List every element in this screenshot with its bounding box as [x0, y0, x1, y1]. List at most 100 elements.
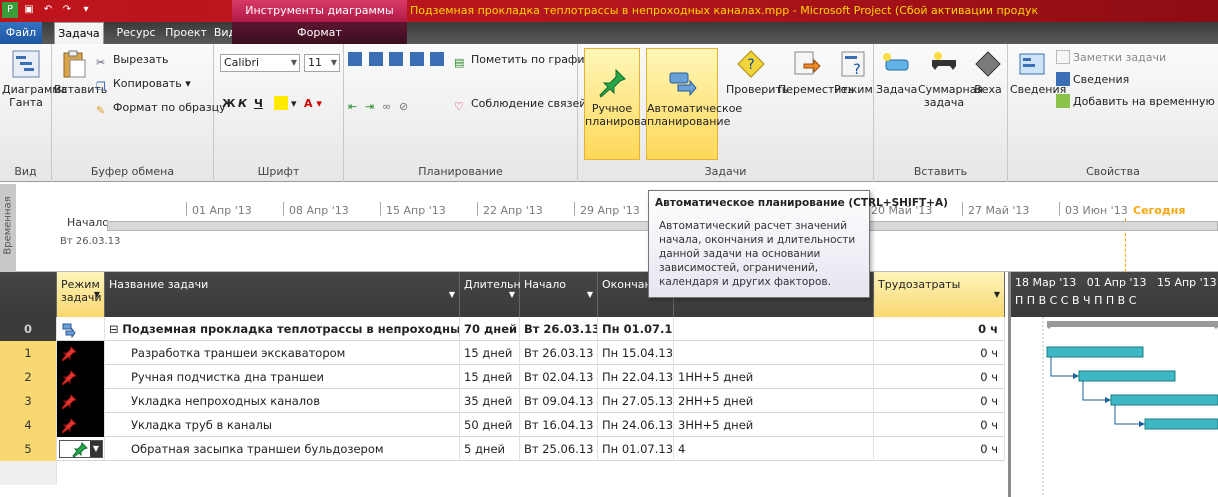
tab-resource[interactable]: Ресурс	[116, 22, 156, 44]
finish-cell[interactable]: Пн 01.07.13	[598, 317, 674, 341]
paste-button[interactable]: Вставить	[54, 48, 107, 96]
move-button[interactable]: Переместить	[778, 48, 854, 96]
information-button[interactable]: Сведения	[1010, 48, 1066, 96]
work-cell[interactable]: 0 ч	[874, 317, 1005, 341]
task-notes-button[interactable]: Заметки задачи	[1056, 50, 1166, 66]
finish-cell[interactable]: Пн 15.04.13	[598, 341, 674, 365]
link-tasks-icon[interactable]: ∞	[382, 99, 396, 113]
start-cell[interactable]: Вт 25.06.13	[520, 437, 598, 461]
tab-format[interactable]: Формат	[232, 22, 407, 44]
bold-button[interactable]: Ж	[222, 96, 235, 112]
header-task-name[interactable]: Название задачи ▼	[105, 272, 460, 317]
italic-button[interactable]: К	[238, 96, 247, 112]
tab-project[interactable]: Проект	[164, 22, 208, 44]
respect-links-button[interactable]: ♡ Соблюдение связей	[454, 96, 586, 113]
header-work[interactable]: Трудозатраты ▼	[874, 272, 1005, 317]
gantt-task-bar[interactable]	[1046, 346, 1144, 358]
tab-task[interactable]: Задача	[54, 22, 104, 44]
font-size-combo[interactable]: 11 ▼	[304, 54, 340, 72]
task-mode-cell[interactable]	[57, 365, 105, 389]
start-cell[interactable]: Вт 26.03.13	[520, 317, 598, 341]
finish-cell[interactable]: Пн 24.06.13	[598, 413, 674, 437]
pct-0-icon[interactable]	[348, 52, 362, 66]
duration-cell[interactable]: 70 дней	[460, 317, 520, 341]
pct-50-icon[interactable]	[389, 52, 403, 66]
work-cell[interactable]: 0 ч	[874, 413, 1005, 437]
finish-cell[interactable]: Пн 27.05.13	[598, 389, 674, 413]
finish-cell[interactable]: Пн 22.04.13	[598, 365, 674, 389]
format-painter-button[interactable]: ✎ Формат по образцу	[96, 100, 226, 117]
duration-cell[interactable]: 15 дней	[460, 341, 520, 365]
table-row-summary[interactable]: 0 ⊟ Подземная прокладка теплотрассы в не…	[0, 317, 1005, 341]
undo-icon[interactable]: ↶	[40, 2, 56, 18]
gantt-task-bar[interactable]	[1144, 418, 1218, 430]
details-button[interactable]: Сведения	[1056, 72, 1129, 88]
predecessors-cell[interactable]	[674, 317, 874, 341]
outdent-icon[interactable]: ⇤	[348, 99, 362, 113]
indent-icon[interactable]: ⇥	[365, 99, 379, 113]
start-cell[interactable]: Вт 09.04.13	[520, 389, 598, 413]
duration-cell[interactable]: 50 дней	[460, 413, 520, 437]
tab-file[interactable]: Файл	[0, 22, 42, 44]
task-mode-cell[interactable]: ▼	[57, 437, 105, 461]
font-name-combo[interactable]: Calibri ▼	[220, 54, 300, 72]
cut-button[interactable]: ✂ Вырезать	[96, 52, 168, 69]
table-row[interactable]: 4 Укладка труб в каналы 50 дней Вт 16.04…	[0, 413, 1005, 437]
predecessors-cell[interactable]	[674, 341, 874, 365]
task-name-cell[interactable]: Ручная подчистка дна траншеи	[105, 365, 460, 389]
task-name-cell[interactable]: Разработка траншеи экскаватором	[105, 341, 460, 365]
chevron-down-icon[interactable]: ▼	[90, 441, 102, 457]
predecessors-cell[interactable]: 4	[674, 437, 874, 461]
customize-qat-icon[interactable]: ▾	[78, 2, 94, 18]
task-mode-cell[interactable]	[57, 413, 105, 437]
highlight-color-button[interactable]: ▾	[274, 96, 297, 112]
duration-cell[interactable]: 15 дней	[460, 365, 520, 389]
task-mode-cell[interactable]	[57, 341, 105, 365]
unlink-tasks-icon[interactable]: ⊘	[399, 99, 413, 113]
save-icon[interactable]: ▣	[21, 2, 37, 18]
task-name-cell[interactable]: Обратная засыпка траншеи бульдозером	[105, 437, 460, 461]
gantt-task-bar[interactable]	[1078, 370, 1176, 382]
task-name-cell[interactable]: Укладка непроходных каналов	[105, 389, 460, 413]
work-cell[interactable]: 0 ч	[874, 365, 1005, 389]
pct-100-icon[interactable]	[430, 52, 444, 66]
header-task-mode[interactable]: Режим задачи ▼	[57, 272, 105, 317]
project-app-icon[interactable]: P	[2, 2, 18, 18]
work-cell[interactable]: 0 ч	[874, 389, 1005, 413]
underline-button[interactable]: Ч	[254, 96, 263, 112]
task-name-cell[interactable]: Укладка труб в каналы	[105, 413, 460, 437]
task-mode-cell[interactable]	[57, 317, 105, 341]
start-cell[interactable]: Вт 02.04.13	[520, 365, 598, 389]
insert-milestone-button[interactable]: Веха	[970, 48, 1006, 96]
task-name-cell[interactable]: ⊟ Подземная прокладка теплотрассы в непр…	[105, 317, 460, 341]
table-row[interactable]: 5 ▼ Обратная засыпка траншеи бульдозером…	[0, 437, 1005, 461]
duration-cell[interactable]: 5 дней	[460, 437, 520, 461]
task-mode-dropdown[interactable]: ▼	[59, 440, 103, 458]
redo-icon[interactable]: ↷	[59, 2, 75, 18]
predecessors-cell[interactable]: 3НН+5 дней	[674, 413, 874, 437]
header-duration[interactable]: Длительно ▼	[460, 272, 527, 317]
finish-cell[interactable]: Пн 01.07.13	[598, 437, 674, 461]
predecessors-cell[interactable]: 2НН+5 дней	[674, 389, 874, 413]
task-mode-cell[interactable]	[57, 389, 105, 413]
header-row-id[interactable]	[0, 272, 57, 317]
duration-cell[interactable]: 35 дней	[460, 389, 520, 413]
collapse-icon[interactable]: ⊟	[109, 322, 122, 336]
insert-task-button[interactable]: Задача	[876, 48, 917, 96]
font-color-button[interactable]: A ▾	[304, 96, 322, 112]
pct-25-icon[interactable]	[368, 52, 383, 66]
predecessors-cell[interactable]: 1НН+5 дней	[674, 365, 874, 389]
table-row[interactable]: 3 Укладка непроходных каналов 35 дней Вт…	[0, 389, 1005, 413]
start-cell[interactable]: Вт 16.04.13	[520, 413, 598, 437]
inspect-button[interactable]: ? Проверить	[726, 48, 788, 96]
gantt-chart-button[interactable]: Диаграмма Ганта	[2, 48, 67, 109]
table-row[interactable]: 1 Разработка траншеи экскаватором 15 дне…	[0, 341, 1005, 365]
add-to-timeline-button[interactable]: Добавить на временную шкалу	[1056, 94, 1218, 110]
empty-row[interactable]	[0, 461, 1005, 485]
pct-75-icon[interactable]	[409, 52, 424, 66]
gantt-summary-bar[interactable]	[1047, 321, 1218, 329]
copy-button[interactable]: ❐ Копировать ▾	[96, 76, 191, 93]
table-row[interactable]: 2 Ручная подчистка дна траншеи 15 дней В…	[0, 365, 1005, 389]
mode-button[interactable]: ? Режим	[834, 48, 873, 96]
insert-summary-button[interactable]: Суммарная задача	[918, 48, 983, 109]
